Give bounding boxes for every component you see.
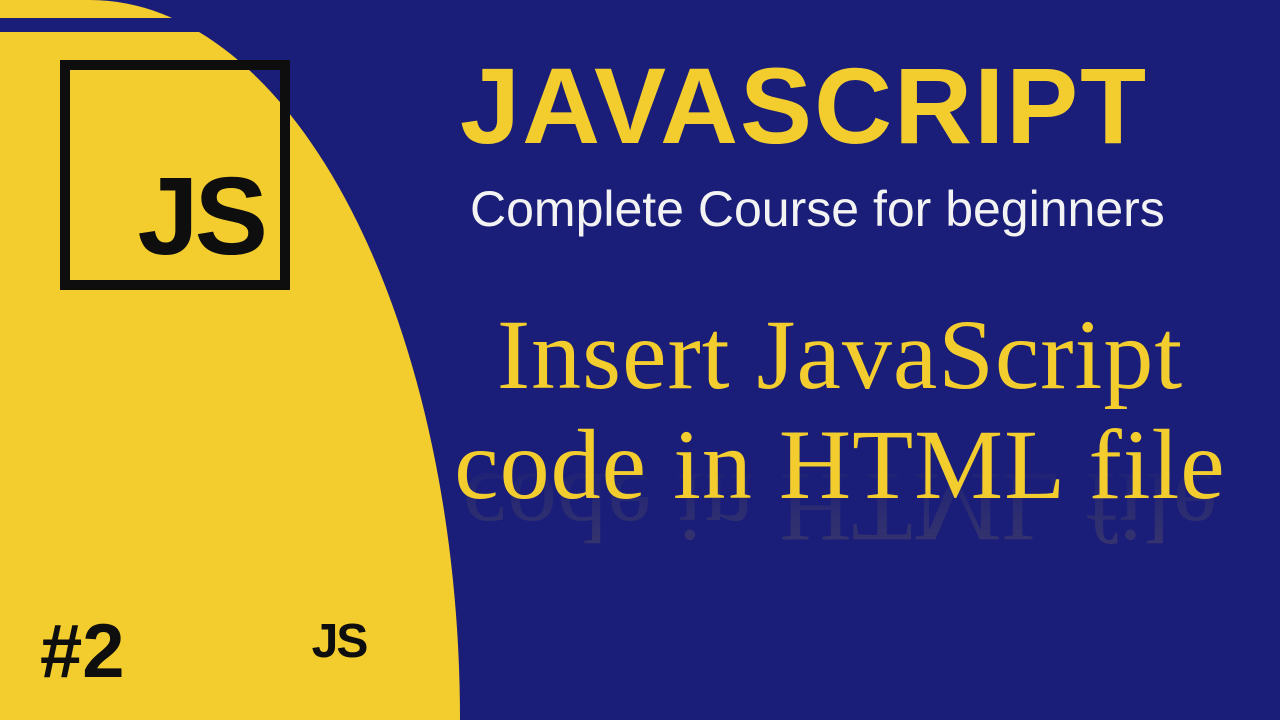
js-badge-text: JS bbox=[312, 618, 367, 666]
course-subtitle: Complete Course for beginners bbox=[470, 180, 1165, 238]
js-logo-text: JS bbox=[137, 162, 264, 272]
topic-reflection: code in HTML file bbox=[430, 452, 1250, 562]
top-stripe bbox=[0, 18, 460, 32]
js-logo-box: JS bbox=[60, 60, 290, 290]
topic-line-1: Insert JavaScript bbox=[497, 299, 1183, 410]
course-title: JAVASCRIPT bbox=[460, 52, 1148, 160]
episode-number: #2 bbox=[40, 614, 125, 690]
js-badge-icon: JS bbox=[285, 572, 393, 680]
